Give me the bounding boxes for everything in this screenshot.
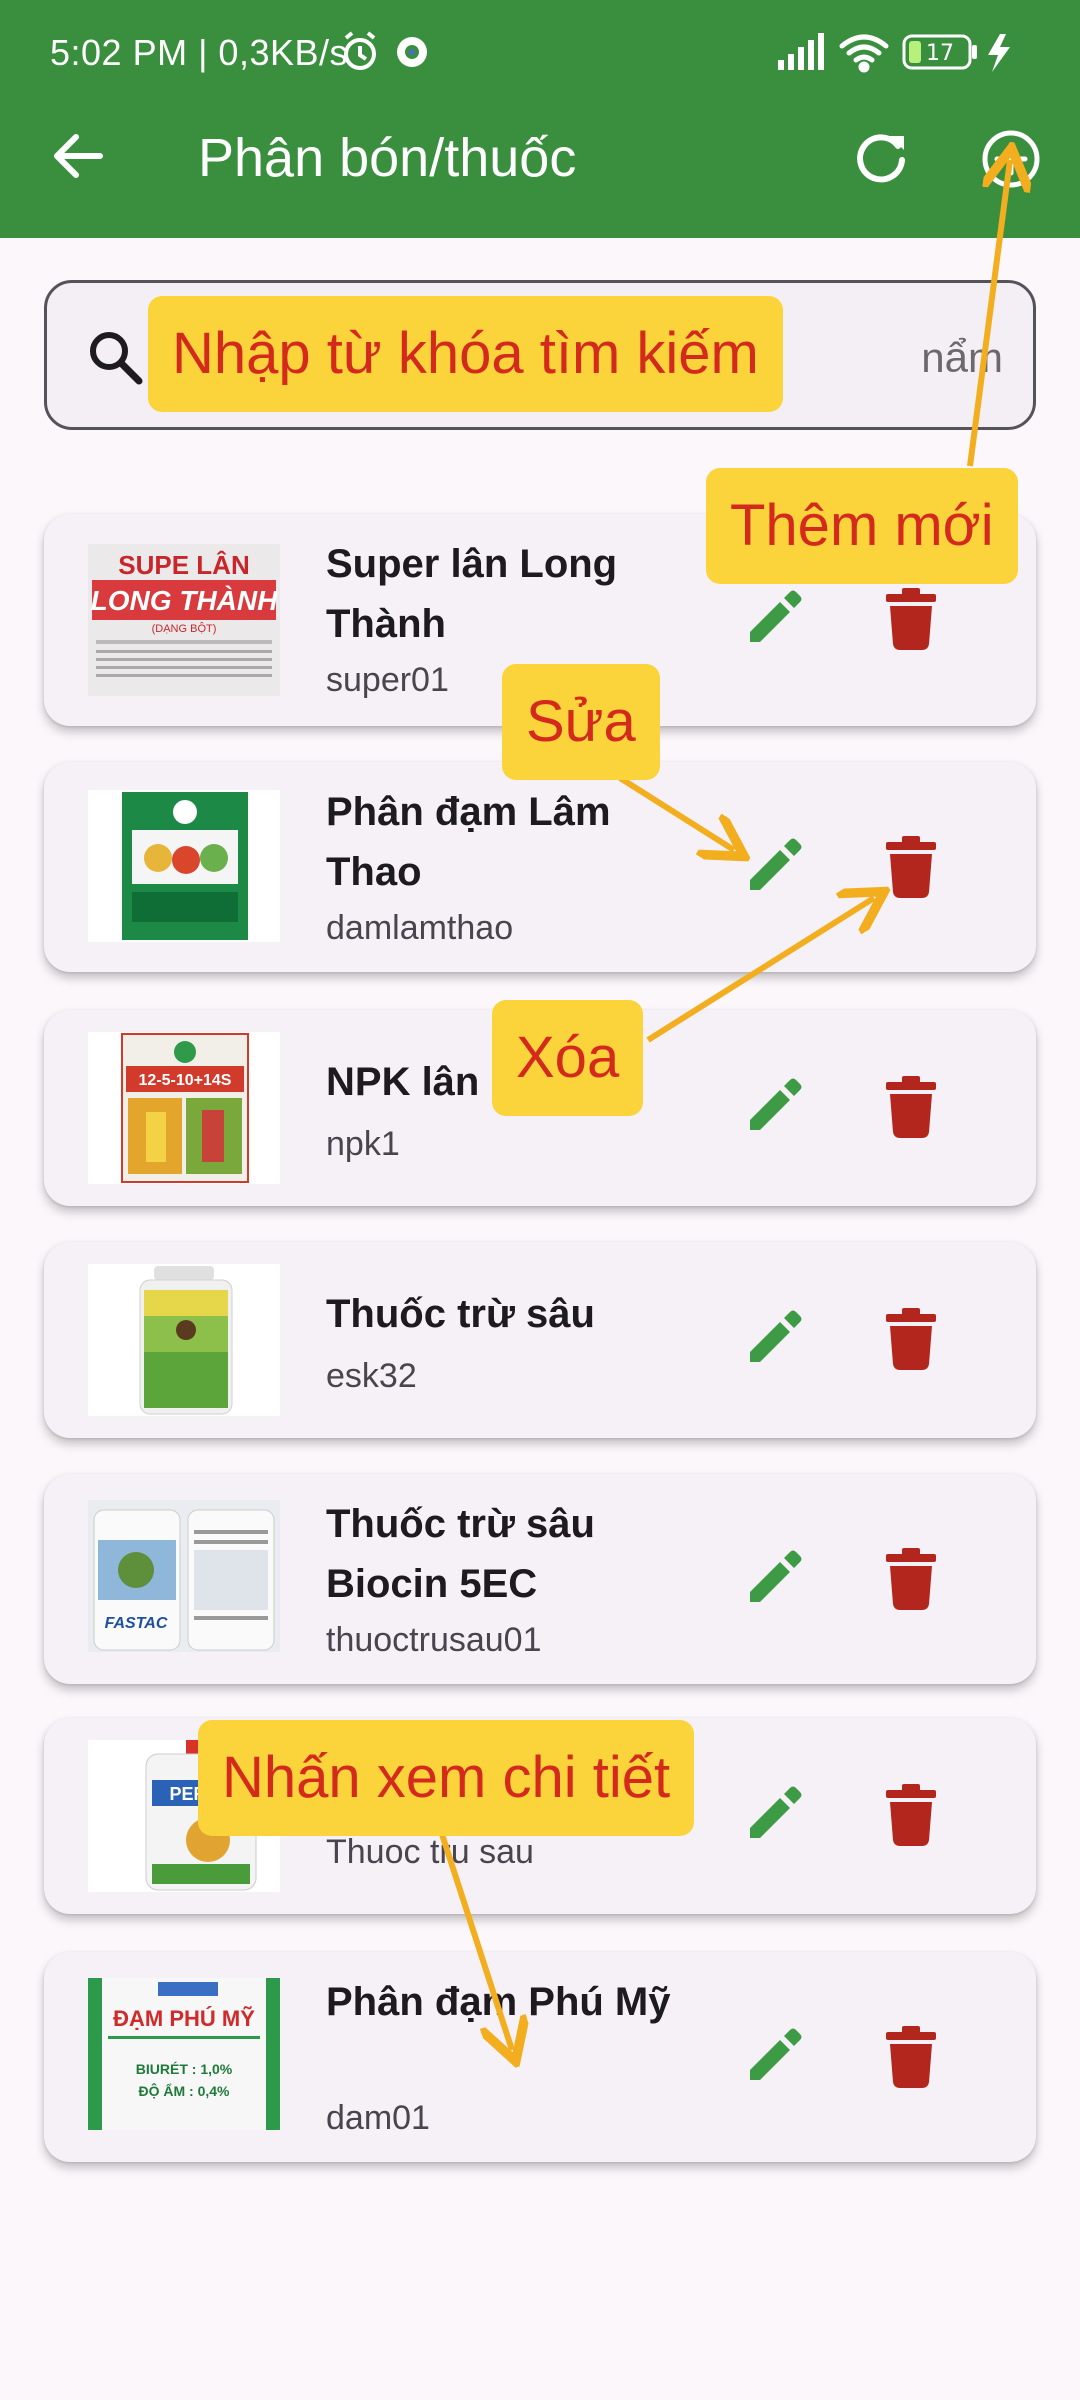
add-circle-icon[interactable] xyxy=(980,128,1042,190)
delete-trash-icon[interactable] xyxy=(880,1546,942,1612)
wifi-icon xyxy=(839,34,889,73)
product-name: Thuốc trừ sâu Biocin 5EC xyxy=(326,1502,595,1606)
product-code: super01 xyxy=(326,661,449,699)
search-icon xyxy=(90,332,143,385)
battery-icon: 17 xyxy=(902,34,977,70)
refresh-icon[interactable] xyxy=(852,128,910,186)
product-name: Phân đạm Lâm Thao xyxy=(326,790,611,894)
callout-edit: Sửa xyxy=(502,664,660,780)
status-time: 5:02 PM | 0,3KB/s xyxy=(50,32,348,73)
product-image: ĐẠM PHÚ MỸ BIURÉT : 1,0% ĐỘ ẨM : 0,4% xyxy=(88,1978,280,2130)
product-name: Thuốc trừ sâu xyxy=(326,1292,595,1336)
product-code: Thuoc tru sau xyxy=(326,1833,534,1871)
product-name: Phân đạm Phú Mỹ xyxy=(326,1980,671,2024)
edit-pencil-icon[interactable] xyxy=(740,834,806,900)
callout-detail: Nhấn xem chi tiết xyxy=(198,1720,695,1836)
callout-add: Thêm mới xyxy=(706,468,1018,584)
thumb-text: (DẠNG BỘT) xyxy=(152,622,217,635)
product-code: npk1 xyxy=(326,1125,400,1163)
edit-pencil-icon[interactable] xyxy=(740,1074,806,1140)
list-item[interactable]: FASTAC Thuốc trừ sâu Biocin 5EC thuoctru… xyxy=(44,1474,1036,1684)
product-code: damlamthao xyxy=(326,909,514,947)
list-item[interactable]: Phân đạm Lâm Thao damlamthao xyxy=(44,762,1036,972)
thumb-text: 12-5-10+14S xyxy=(139,1072,232,1089)
edit-pencil-icon[interactable] xyxy=(740,1546,806,1612)
product-code: thuoctrusau01 xyxy=(326,1621,542,1659)
thumb-text: BIURÉT : 1,0% xyxy=(136,2061,233,2077)
app-header: 5:02 PM | 0,3KB/s 17 Phân bón/thuốc xyxy=(0,0,1080,238)
product-image: SUPE LÂN LONG THÀNH (DẠNG BỘT) xyxy=(88,544,280,696)
page-title: Phân bón/thuốc xyxy=(198,128,577,188)
list-item[interactable]: ĐẠM PHÚ MỸ BIURÉT : 1,0% ĐỘ ẨM : 0,4% Ph… xyxy=(44,1952,1036,2162)
signal-icon xyxy=(778,33,824,70)
product-image: 12-5-10+14S xyxy=(88,1032,280,1184)
product-image xyxy=(88,1264,280,1416)
settings-gear-icon xyxy=(397,37,427,67)
edit-pencil-icon[interactable] xyxy=(740,586,806,652)
delete-trash-icon[interactable] xyxy=(880,2024,942,2090)
delete-trash-icon[interactable] xyxy=(880,1782,942,1848)
status-left-icons xyxy=(344,31,427,70)
edit-pencil-icon[interactable] xyxy=(740,1306,806,1372)
product-image xyxy=(88,790,280,942)
edit-pencil-icon[interactable] xyxy=(740,1782,806,1848)
battery-level: 17 xyxy=(926,41,954,66)
thumb-text: FASTAC xyxy=(105,1615,168,1632)
thumb-text: ĐỘ ẨM : 0,4% xyxy=(138,2082,230,2099)
edit-pencil-icon[interactable] xyxy=(740,2024,806,2090)
charging-bolt-icon xyxy=(988,34,1010,72)
thumb-text: ĐẠM PHÚ MỸ xyxy=(113,2006,255,2031)
callout-delete: Xóa xyxy=(492,1000,644,1116)
status-right-icons: 17 xyxy=(778,33,1010,73)
thumb-text: LONG THÀNH xyxy=(91,585,278,616)
product-code: dam01 xyxy=(326,2099,430,2137)
product-image: FASTAC xyxy=(88,1500,280,1652)
delete-trash-icon[interactable] xyxy=(880,586,942,652)
product-name: Super lân Long Thành xyxy=(326,542,618,646)
back-arrow-icon[interactable] xyxy=(48,126,108,186)
delete-trash-icon[interactable] xyxy=(880,1306,942,1372)
screen: 5:02 PM | 0,3KB/s 17 Phân bón/thuốc nẩm … xyxy=(0,0,1080,2400)
product-code: esk32 xyxy=(326,1357,417,1395)
callout-search: Nhập từ khóa tìm kiếm xyxy=(148,296,783,412)
alarm-icon xyxy=(344,31,376,70)
list-item[interactable]: Thuốc trừ sâu esk32 xyxy=(44,1242,1036,1438)
delete-trash-icon[interactable] xyxy=(880,834,942,900)
thumb-text: SUPE LÂN xyxy=(118,550,249,580)
delete-trash-icon[interactable] xyxy=(880,1074,942,1140)
